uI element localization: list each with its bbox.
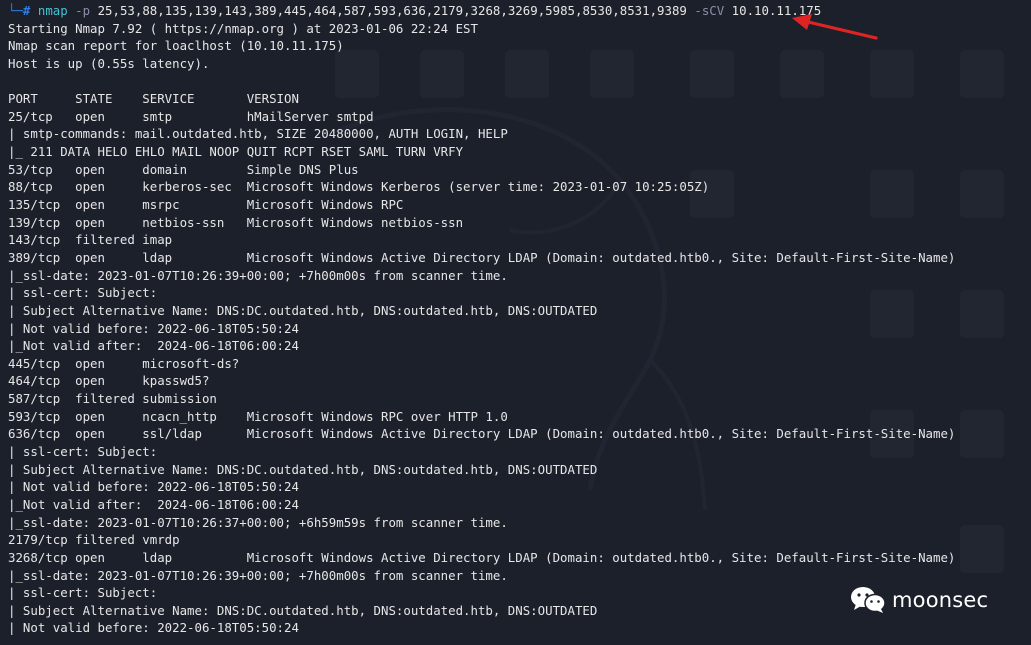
prompt-symbol: # bbox=[22, 3, 31, 18]
output-line: 2179/tcp filtered vmrdp bbox=[8, 532, 180, 548]
output-line: 139/tcp open netbios-ssn Microsoft Windo… bbox=[8, 214, 464, 230]
output-line: | Not valid before: 2022-06-18T05:50:24 bbox=[8, 479, 299, 495]
output-line: 135/tcp open msrpc Microsoft Windows RPC bbox=[8, 197, 404, 213]
output-line: Host is up (0.55s latency). bbox=[8, 55, 210, 71]
output-line: | Not valid before: 2022-06-18T05:50:24 bbox=[8, 620, 299, 636]
output-line: 389/tcp open ldap Microsoft Windows Acti… bbox=[8, 249, 956, 265]
output-line: 88/tcp open kerberos-sec Microsoft Windo… bbox=[8, 179, 710, 195]
output-line: | ssl-cert: Subject: bbox=[8, 285, 158, 301]
output-line: | Subject Alternative Name: DNS:DC.outda… bbox=[8, 461, 598, 477]
output-line: 53/tcp open domain Simple DNS Plus bbox=[8, 161, 359, 177]
output-line: | smtp-commands: mail.outdated.htb, SIZE… bbox=[8, 126, 508, 142]
output-line: 3268/tcp open ldap Microsoft Windows Act… bbox=[8, 549, 956, 565]
output-line: 143/tcp filtered imap bbox=[8, 232, 173, 248]
output-line: |_ssl-date: 2023-01-07T10:26:39+00:00; +… bbox=[8, 267, 508, 283]
port-list: 25,53,88,135,139,143,389,445,464,587,593… bbox=[97, 3, 687, 18]
output-line: | Not valid before: 2022-06-18T05:50:24 bbox=[8, 320, 299, 336]
output-line: |_Not valid after: 2024-06-18T06:00:24 bbox=[8, 496, 299, 512]
watermark: moonsec bbox=[850, 586, 988, 614]
scan-flag: -sCV bbox=[694, 3, 725, 18]
output-line: 445/tcp open microsoft-ds? bbox=[8, 355, 240, 371]
prompt-corner: └─ bbox=[8, 3, 23, 18]
port-flag: -p bbox=[75, 3, 91, 18]
terminal-window[interactable]: └─# nmap -p 25,53,88,135,139,143,389,445… bbox=[0, 0, 1031, 645]
output-line: 587/tcp filtered submission bbox=[8, 391, 217, 407]
output-line: |_ssl-date: 2023-01-07T10:26:39+00:00; +… bbox=[8, 567, 508, 583]
output-line: 636/tcp open ssl/ldap Microsoft Windows … bbox=[8, 426, 956, 442]
wechat-icon bbox=[851, 587, 886, 613]
terminal-output: └─# nmap -p 25,53,88,135,139,143,389,445… bbox=[8, 2, 1023, 637]
command-program: nmap bbox=[37, 3, 68, 18]
output-line: | Subject Alternative Name: DNS:DC.outda… bbox=[8, 302, 598, 318]
output-line: | ssl-cert: Subject: bbox=[8, 444, 158, 460]
scan-output: Starting Nmap 7.92 ( https://nmap.org ) … bbox=[8, 20, 1023, 637]
output-line: |_ 211 DATA HELO EHLO MAIL NOOP QUIT RCP… bbox=[8, 144, 464, 160]
output-line: PORT STATE SERVICE VERSION bbox=[8, 91, 299, 107]
output-line: 464/tcp open kpasswd5? bbox=[8, 373, 210, 389]
output-line: 593/tcp open ncacn_http Microsoft Window… bbox=[8, 408, 508, 424]
red-arrow-icon bbox=[792, 14, 878, 40]
output-line: |_Not valid after: 2024-06-18T06:00:24 bbox=[8, 338, 299, 354]
watermark-text: moonsec bbox=[892, 588, 989, 612]
output-line: |_ssl-date: 2023-01-07T10:26:37+00:00; +… bbox=[8, 514, 508, 530]
output-line: 25/tcp open smtp hMailServer smtpd bbox=[8, 108, 374, 124]
